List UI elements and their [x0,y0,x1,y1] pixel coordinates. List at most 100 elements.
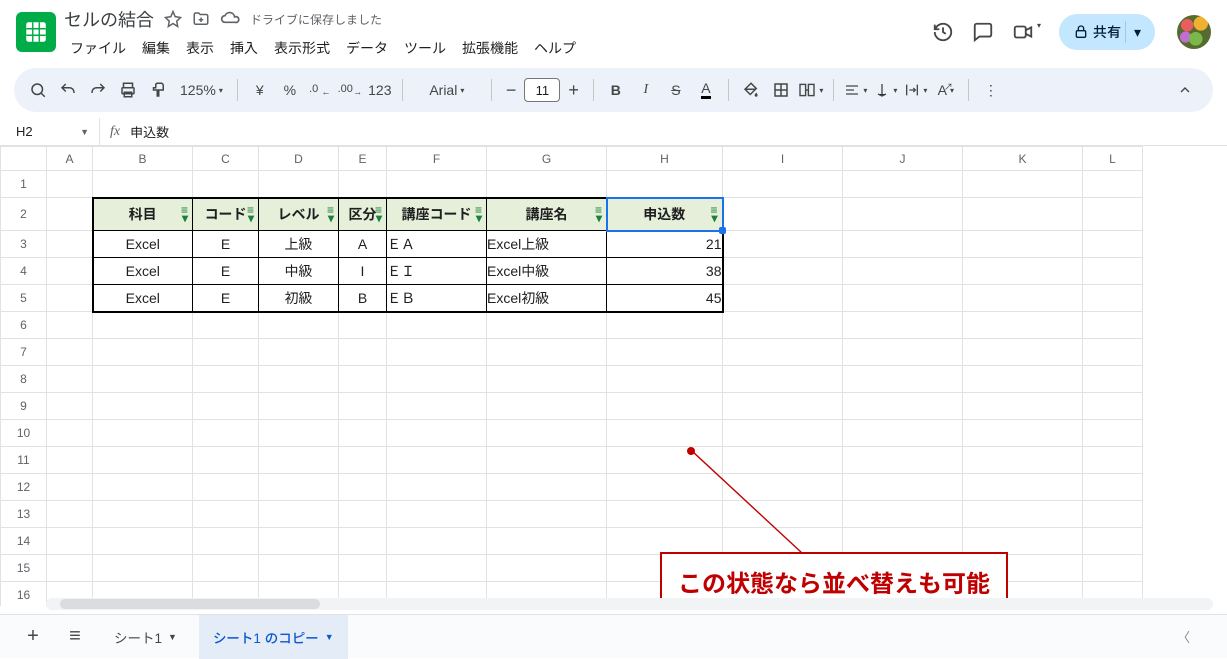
row-header-6[interactable]: 6 [1,312,47,339]
filter-icon[interactable]: ≡▾ [247,206,254,222]
format-currency-button[interactable]: ¥ [246,76,274,104]
cell-H5[interactable]: 45 [607,285,723,312]
cell-C5[interactable]: E [193,285,259,312]
cell-G5[interactable]: Excel初級 [487,285,607,312]
cell-D3[interactable]: 上級 [259,231,339,258]
row-header-3[interactable]: 3 [1,231,47,258]
cell-G4[interactable]: Excel中級 [487,258,607,285]
col-header-B[interactable]: B [93,147,193,171]
spreadsheet-grid[interactable]: A B C D E F G H I J K L 1 2 科目≡▾ コード≡▾ レ… [0,146,1143,606]
col-header-D[interactable]: D [259,147,339,171]
italic-button[interactable]: I [632,76,660,104]
col-header-J[interactable]: J [843,147,963,171]
filter-icon[interactable]: ≡▾ [475,206,482,222]
cell-C2[interactable]: コード≡▾ [193,198,259,231]
text-rotation-button[interactable]: A↗ [932,76,960,104]
col-header-K[interactable]: K [963,147,1083,171]
row-header-11[interactable]: 11 [1,447,47,474]
scrollbar-thumb[interactable] [60,599,320,609]
redo-icon[interactable] [84,76,112,104]
horizontal-scrollbar[interactable] [46,598,1213,610]
cell-B4[interactable]: Excel [93,258,193,285]
borders-button[interactable] [767,76,795,104]
fill-color-button[interactable] [737,76,765,104]
search-menu-icon[interactable] [24,76,52,104]
more-formats-button[interactable]: 123 [366,76,394,104]
collapse-toolbar-icon[interactable] [1171,76,1199,104]
row-header-13[interactable]: 13 [1,501,47,528]
undo-icon[interactable] [54,76,82,104]
decrease-decimals-button[interactable]: .0 ← [306,76,334,104]
cell-G3[interactable]: Excel上級 [487,231,607,258]
cell-D4[interactable]: 中級 [259,258,339,285]
cell-B3[interactable]: Excel [93,231,193,258]
format-percent-button[interactable]: % [276,76,304,104]
meet-icon[interactable] [1012,21,1041,43]
sheet-nav-left-icon[interactable]: 〈 [1177,627,1190,646]
move-icon[interactable] [192,10,210,28]
col-header-C[interactable]: C [193,147,259,171]
row-header-1[interactable]: 1 [1,171,47,198]
row-header-4[interactable]: 4 [1,258,47,285]
cell-C3[interactable]: E [193,231,259,258]
menu-extensions[interactable]: 拡張機能 [456,34,524,62]
cell-B2[interactable]: 科目≡▾ [93,198,193,231]
row-header-10[interactable]: 10 [1,420,47,447]
text-color-button[interactable]: A [692,76,720,104]
history-icon[interactable] [932,21,954,43]
more-toolbar-icon[interactable]: ⋮ [977,76,1005,104]
font-size-input[interactable]: 11 [524,78,560,102]
cell-B5[interactable]: Excel [93,285,193,312]
menu-view[interactable]: 表示 [180,34,220,62]
all-sheets-button[interactable]: ≡ [58,620,92,654]
col-header-A[interactable]: A [47,147,93,171]
row-header-9[interactable]: 9 [1,393,47,420]
strikethrough-button[interactable]: S [662,76,690,104]
name-box-dropdown-icon[interactable]: ▼ [80,127,89,137]
filter-icon[interactable]: ≡▾ [595,206,602,222]
row-header-16[interactable]: 16 [1,582,47,607]
sheet-tab-1[interactable]: シート1▼ [100,615,191,659]
bold-button[interactable]: B [602,76,630,104]
increase-decimals-button[interactable]: .00→ [336,76,364,104]
cell-F5[interactable]: ＥＢ [387,285,487,312]
menu-tools[interactable]: ツール [398,34,452,62]
sheets-logo[interactable] [16,12,56,52]
font-size-increase-button[interactable]: + [562,80,585,101]
row-header-8[interactable]: 8 [1,366,47,393]
row-header-5[interactable]: 5 [1,285,47,312]
filter-icon[interactable]: ≡▾ [181,206,188,222]
col-header-H[interactable]: H [607,147,723,171]
vertical-align-button[interactable] [872,76,900,104]
text-wrap-button[interactable] [902,76,930,104]
cell-D5[interactable]: 初級 [259,285,339,312]
cell-C4[interactable]: E [193,258,259,285]
cell-E2[interactable]: 区分≡▾ [339,198,387,231]
row-header-12[interactable]: 12 [1,474,47,501]
menu-insert[interactable]: 挿入 [224,34,264,62]
cell-F3[interactable]: ＥＡ [387,231,487,258]
cloud-status-icon[interactable] [220,9,240,29]
print-icon[interactable] [114,76,142,104]
sheet-tab-2[interactable]: シート1 のコピー▼ [199,615,348,659]
cell-G2[interactable]: 講座名≡▾ [487,198,607,231]
font-size-decrease-button[interactable]: − [500,80,523,101]
filter-icon[interactable]: ≡▾ [375,206,382,222]
row-header-2[interactable]: 2 [1,198,47,231]
menu-help[interactable]: ヘルプ [528,34,582,62]
cell-E4[interactable]: I [339,258,387,285]
name-box[interactable]: H2 ▼ [0,118,100,145]
star-icon[interactable] [164,10,182,28]
cell-H4[interactable]: 38 [607,258,723,285]
comment-icon[interactable] [972,21,994,43]
account-avatar[interactable] [1177,15,1211,49]
select-all-corner[interactable] [1,147,47,171]
col-header-L[interactable]: L [1083,147,1143,171]
paint-format-icon[interactable] [144,76,172,104]
zoom-dropdown[interactable]: 125% [174,76,229,104]
menu-format[interactable]: 表示形式 [268,34,336,62]
share-dropdown-icon[interactable]: ▾ [1125,21,1149,43]
font-family-dropdown[interactable]: Arial [411,76,483,104]
cell-H3[interactable]: 21 [607,231,723,258]
filter-icon[interactable]: ≡▾ [710,206,717,222]
